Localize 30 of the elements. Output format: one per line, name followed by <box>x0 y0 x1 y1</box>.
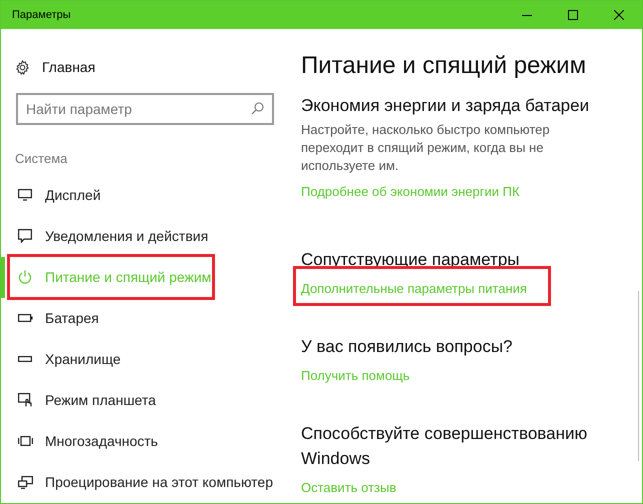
section-heading: Способствуйте совершенствованию Windows <box>301 423 588 470</box>
home-item[interactable]: Главная <box>1 55 286 79</box>
page-title: Питание и спящий режим <box>301 51 588 81</box>
nav-item[interactable]: Многозадачность <box>1 420 286 462</box>
settings-icon <box>15 60 30 74</box>
monitor-icon <box>18 189 32 201</box>
minimize-icon <box>522 14 532 16</box>
section-heading: Экономия энергии и заряда батареи <box>301 95 590 117</box>
section-heading: У вас появились вопросы? <box>301 336 514 358</box>
search-field[interactable]: Найти параметр <box>16 93 274 125</box>
nav-item[interactable]: Уведомления и действия <box>1 216 286 256</box>
nav-item[interactable]: Хранилище <box>1 338 286 380</box>
tablet-icon <box>18 393 32 407</box>
multitask-icon <box>18 436 32 446</box>
speech-bubble-icon <box>18 229 32 243</box>
section-label: Система <box>14 150 68 168</box>
nav-item[interactable]: Режим планшета <box>1 380 286 420</box>
drive-icon <box>18 356 32 362</box>
section-heading: Сопутствующие параметры <box>301 249 520 271</box>
window-title: Параметры <box>11 8 72 23</box>
power-icon <box>18 270 32 284</box>
nav-item[interactable]: Дисплей <box>1 174 286 216</box>
projector-icon <box>18 476 32 488</box>
nav-item[interactable]: Проецирование на этот компьютер <box>1 462 286 502</box>
battery-icon <box>18 314 32 322</box>
maximize-icon <box>568 10 578 20</box>
description-text: Настройте, насколько быстро компьютер переходит в спящий режим, когда вы не используете им. <box>301 121 551 175</box>
close-icon <box>614 10 624 20</box>
nav-item[interactable]: Батарея <box>1 298 286 338</box>
search-icon <box>251 102 264 115</box>
